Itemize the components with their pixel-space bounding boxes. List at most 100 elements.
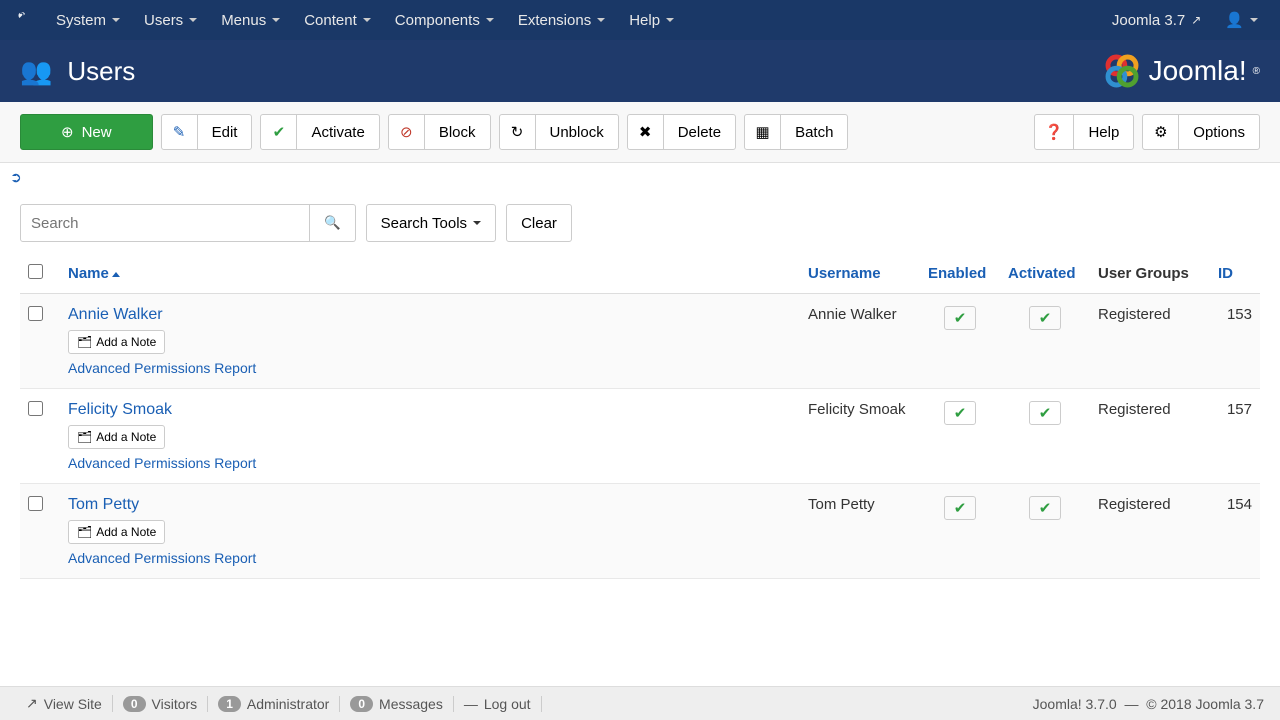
page-header: 👥 Users Joomla!® bbox=[0, 40, 1280, 102]
clear-button[interactable]: Clear bbox=[506, 204, 572, 242]
joomla-rings-icon bbox=[1101, 50, 1143, 92]
sidebar-toggle[interactable]: ➲ bbox=[0, 163, 1280, 192]
activated-toggle[interactable]: ✔ bbox=[1029, 496, 1061, 520]
caret-down-icon bbox=[473, 221, 481, 225]
search-group: 🔍 bbox=[20, 204, 356, 242]
group-cell: Registered bbox=[1090, 294, 1210, 389]
enabled-toggle[interactable]: ✔ bbox=[944, 496, 976, 520]
activated-toggle[interactable]: ✔ bbox=[1029, 306, 1061, 330]
filter-bar: 🔍 Search Tools Clear bbox=[0, 192, 1280, 254]
search-submit-button[interactable]: 🔍 bbox=[310, 204, 356, 242]
new-button[interactable]: ⊕ New bbox=[20, 114, 153, 150]
administrator-link[interactable]: 1Administrator bbox=[208, 696, 340, 712]
column-name[interactable]: Name bbox=[60, 254, 800, 294]
username-cell: Tom Petty bbox=[800, 484, 920, 579]
menu-help[interactable]: Help bbox=[617, 0, 686, 40]
search-tools-button[interactable]: Search Tools bbox=[366, 204, 496, 242]
permissions-report-link[interactable]: Advanced Permissions Report bbox=[68, 360, 792, 376]
permissions-report-link[interactable]: Advanced Permissions Report bbox=[68, 455, 792, 471]
row-checkbox[interactable] bbox=[28, 306, 43, 321]
add-note-button[interactable]: 🗂Add a Note bbox=[68, 330, 165, 354]
row-checkbox[interactable] bbox=[28, 401, 43, 416]
arrow-right-circle-icon: ➲ bbox=[10, 169, 22, 185]
note-icon: 🗂 bbox=[77, 335, 92, 349]
top-menu-left: System Users Menus Content Components Ex… bbox=[10, 0, 686, 40]
check-icon: ✔ bbox=[1039, 309, 1052, 327]
menu-content[interactable]: Content bbox=[292, 0, 383, 40]
table-row: Tom Petty 🗂Add a Note Advanced Permissio… bbox=[20, 484, 1260, 579]
status-bar: ↗View Site 0Visitors 1Administrator 0Mes… bbox=[0, 686, 1280, 720]
id-cell: 157 bbox=[1210, 389, 1260, 484]
add-note-button[interactable]: 🗂Add a Note bbox=[68, 520, 165, 544]
external-link-icon: ↗ bbox=[1191, 13, 1201, 27]
top-menu-bar: System Users Menus Content Components Ex… bbox=[0, 0, 1280, 40]
note-icon: 🗂 bbox=[77, 430, 92, 444]
user-menu[interactable]: 👤 bbox=[1213, 0, 1270, 40]
menu-system[interactable]: System bbox=[44, 0, 132, 40]
pencil-icon: ✎ bbox=[162, 115, 198, 149]
caret-down-icon bbox=[1250, 18, 1258, 22]
column-groups: User Groups bbox=[1090, 254, 1210, 294]
menu-components[interactable]: Components bbox=[383, 0, 506, 40]
footer-version: Joomla! 3.7.0 — © 2018 Joomla 3.7 bbox=[1033, 696, 1264, 712]
unblock-button[interactable]: ↻ Unblock bbox=[499, 114, 619, 150]
options-button[interactable]: ⚙ Options bbox=[1142, 114, 1260, 150]
user-icon: 👤 bbox=[1225, 11, 1244, 29]
block-button[interactable]: ⊘ Block bbox=[388, 114, 491, 150]
enabled-toggle[interactable]: ✔ bbox=[944, 401, 976, 425]
caret-down-icon bbox=[597, 18, 605, 22]
search-input[interactable] bbox=[20, 204, 310, 242]
user-name-link[interactable]: Annie Walker bbox=[68, 306, 163, 323]
group-cell: Registered bbox=[1090, 484, 1210, 579]
batch-button[interactable]: ▦ Batch bbox=[744, 114, 848, 150]
search-icon: 🔍 bbox=[324, 215, 341, 230]
page-title: Users bbox=[67, 56, 135, 87]
visitors-link[interactable]: 0Visitors bbox=[113, 696, 208, 712]
column-id[interactable]: ID bbox=[1210, 254, 1260, 294]
edit-button[interactable]: ✎ Edit bbox=[161, 114, 253, 150]
caret-down-icon bbox=[666, 18, 674, 22]
joomla-icon[interactable] bbox=[10, 8, 34, 32]
cancel-circle-icon: ⊘ bbox=[389, 115, 425, 149]
menu-users[interactable]: Users bbox=[132, 0, 209, 40]
admin-count-badge: 1 bbox=[218, 696, 241, 712]
id-cell: 154 bbox=[1210, 484, 1260, 579]
column-activated[interactable]: Activated bbox=[1000, 254, 1090, 294]
activate-button[interactable]: ✔ Activate bbox=[260, 114, 379, 150]
check-icon: ✔ bbox=[954, 404, 967, 422]
menu-extensions[interactable]: Extensions bbox=[506, 0, 617, 40]
check-icon: ✔ bbox=[1039, 404, 1052, 422]
add-note-button[interactable]: 🗂Add a Note bbox=[68, 425, 165, 449]
select-all-checkbox[interactable] bbox=[28, 264, 43, 279]
row-checkbox[interactable] bbox=[28, 496, 43, 511]
plus-circle-icon: ⊕ bbox=[61, 123, 74, 141]
logout-link[interactable]: —Log out bbox=[454, 696, 542, 712]
gear-icon: ⚙ bbox=[1143, 115, 1179, 149]
check-icon: ✔ bbox=[1039, 499, 1052, 517]
messages-link[interactable]: 0Messages bbox=[340, 696, 454, 712]
enabled-toggle[interactable]: ✔ bbox=[944, 306, 976, 330]
activated-toggle[interactable]: ✔ bbox=[1029, 401, 1061, 425]
joomla-logo: Joomla! ® bbox=[1101, 50, 1260, 92]
version-link[interactable]: Joomla 3.7↗ bbox=[1100, 0, 1213, 40]
user-name-link[interactable]: Felicity Smoak bbox=[68, 401, 172, 418]
users-table: Name Username Enabled Activated User Gro… bbox=[20, 254, 1260, 579]
visitors-count-badge: 0 bbox=[123, 696, 146, 712]
table-row: Annie Walker 🗂Add a Note Advanced Permis… bbox=[20, 294, 1260, 389]
column-username[interactable]: Username bbox=[800, 254, 920, 294]
column-enabled[interactable]: Enabled bbox=[920, 254, 1000, 294]
delete-button[interactable]: ✖ Delete bbox=[627, 114, 736, 150]
redo-icon: ↻ bbox=[500, 115, 536, 149]
view-site-link[interactable]: ↗View Site bbox=[16, 695, 113, 712]
minus-icon: — bbox=[464, 696, 478, 712]
external-link-icon: ↗ bbox=[26, 695, 38, 712]
user-name-link[interactable]: Tom Petty bbox=[68, 496, 139, 513]
menu-menus[interactable]: Menus bbox=[209, 0, 292, 40]
logo-text: Joomla! bbox=[1149, 55, 1247, 87]
permissions-report-link[interactable]: Advanced Permissions Report bbox=[68, 550, 792, 566]
check-icon: ✔ bbox=[261, 115, 297, 149]
help-button[interactable]: ❓ Help bbox=[1034, 114, 1135, 150]
action-toolbar: ⊕ New ✎ Edit ✔ Activate ⊘ Block ↻ Unbloc… bbox=[0, 102, 1280, 163]
x-icon: ✖ bbox=[628, 115, 664, 149]
logo-registered: ® bbox=[1253, 66, 1260, 77]
